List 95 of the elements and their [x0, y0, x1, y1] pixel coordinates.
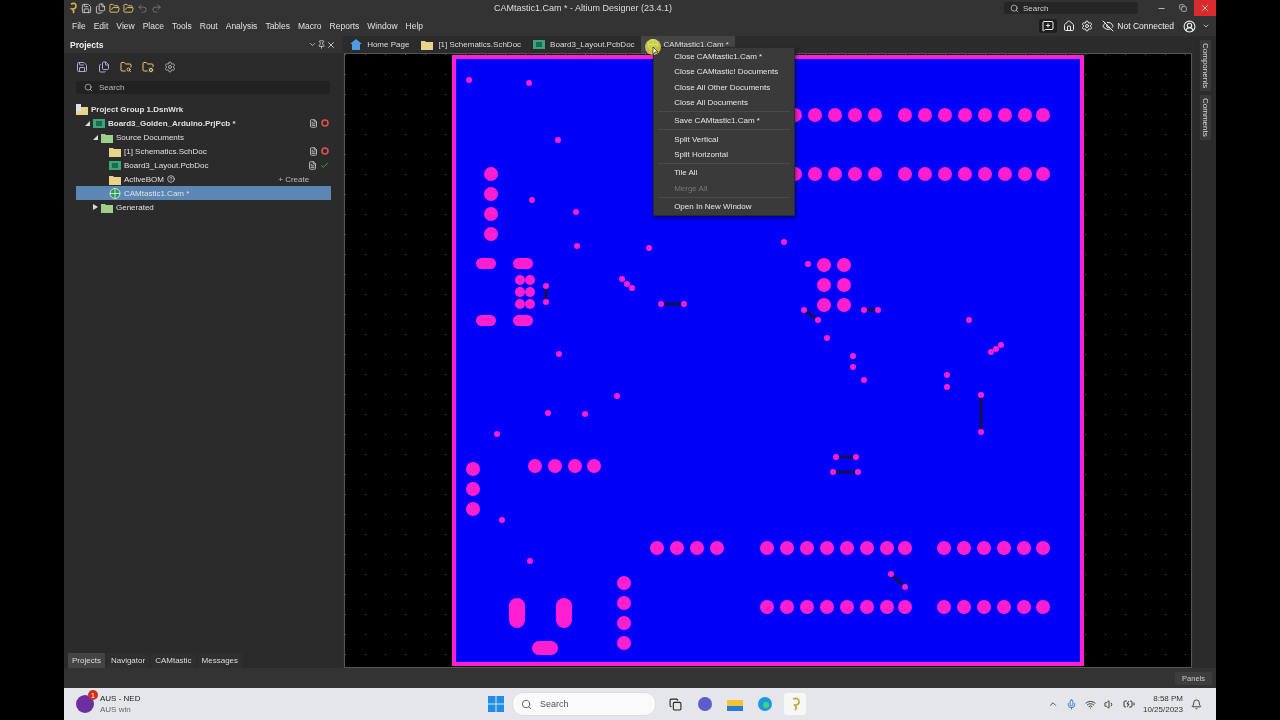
caret-icon[interactable]: [1202, 22, 1210, 30]
taskbar-search[interactable]: Search: [512, 692, 656, 716]
open-project-icon[interactable]: [123, 2, 134, 14]
menu-item[interactable]: Tools: [167, 21, 196, 31]
help-icon[interactable]: [167, 175, 175, 183]
panel-tab[interactable]: Projects: [68, 653, 105, 668]
folder-icon: [76, 103, 88, 115]
search-icon: [84, 83, 93, 92]
folder-settings-icon[interactable]: [142, 61, 154, 73]
dropdown-icon[interactable]: [308, 40, 318, 49]
crosshair-icon: [109, 187, 121, 199]
save-all-icon[interactable]: [95, 2, 106, 14]
folder-icon: [101, 131, 113, 143]
settings-icon[interactable]: [164, 61, 176, 73]
clock-time: 8:58 PM: [1153, 693, 1183, 704]
comment-plus-icon: [1042, 20, 1055, 32]
search-field[interactable]: Search: [76, 81, 331, 94]
menu-item[interactable]: Tables: [261, 21, 294, 31]
search-icon: [521, 698, 532, 710]
widget-title: AUS - NED: [100, 693, 141, 704]
tree-item[interactable]: Board3_Layout.PcbDoc: [76, 158, 332, 172]
widget-subtitle: AUS win: [100, 704, 132, 715]
menu-item[interactable]: Macro: [293, 21, 326, 31]
window-title: CAMtastic1.Cam * - Altium Designer (23.4.1): [492, 3, 674, 13]
tree-item[interactable]: Board3_Golden_Arduino.PrjPcb *: [76, 116, 332, 130]
menu-item[interactable]: Window: [363, 21, 402, 31]
connection-button[interactable]: Not Connected: [1099, 19, 1177, 33]
document-icon: [308, 160, 318, 170]
document-icon: [309, 146, 319, 156]
home-icon[interactable]: [1063, 20, 1076, 32]
save-icon[interactable]: [76, 61, 88, 73]
menu-item[interactable]: Reports: [325, 21, 364, 31]
document-icon: [309, 118, 319, 128]
panel-tab[interactable]: CAMtastic: [151, 653, 196, 668]
add-comment-button[interactable]: [1039, 19, 1058, 33]
chevron-icon[interactable]: [1047, 699, 1058, 709]
menu-item[interactable]: Save CAMtastic1.Cam *: [654, 113, 795, 129]
menu-item[interactable]: Help: [401, 21, 428, 31]
menu-item[interactable]: Place: [138, 21, 168, 31]
collapse-arrow-icon[interactable]: [92, 134, 98, 140]
open-folder-icon[interactable]: [109, 2, 120, 14]
menu-item[interactable]: Edit: [89, 21, 113, 31]
document-tab[interactable]: Home Page: [344, 36, 416, 53]
tree-item[interactable]: Source Documents: [76, 130, 332, 144]
menu-item[interactable]: Analysis: [221, 21, 262, 31]
user-icon[interactable]: [1183, 19, 1196, 33]
tree-item[interactable]: ActiveBOM + Create: [76, 172, 332, 186]
menu-item[interactable]: View: [112, 21, 139, 31]
house-icon: [350, 39, 363, 50]
start-icon[interactable]: [488, 696, 504, 712]
menu-item[interactable]: Close CAMtastic! Documents: [654, 64, 795, 80]
logo-icon[interactable]: [68, 2, 78, 14]
search-field[interactable]: Search: [1004, 2, 1138, 14]
pin-icon[interactable]: [317, 40, 327, 49]
create-link[interactable]: + Create: [278, 174, 310, 184]
side-tab[interactable]: Comments: [1199, 95, 1211, 141]
folder-icon: [421, 39, 434, 50]
notification-icon[interactable]: [1191, 698, 1202, 710]
tree-item[interactable]: [1] Schematics.SchDoc: [76, 144, 332, 158]
close-icon[interactable]: [326, 39, 337, 50]
document-tab[interactable]: Board3_Layout.PcbDoc: [527, 36, 641, 53]
collapse-arrow-icon[interactable]: [84, 120, 90, 126]
close-icon: [1200, 3, 1210, 13]
speaker-icon[interactable]: [1103, 698, 1115, 710]
menu-item[interactable]: Tile All: [654, 165, 795, 181]
document-tab[interactable]: [1] Schematics.SchDoc: [415, 36, 528, 53]
clock-date: 10/25/2023: [1142, 704, 1183, 715]
menu-item[interactable]: Split Horizontal: [654, 146, 795, 163]
wifi-icon[interactable]: [1084, 698, 1096, 710]
panel-tab[interactable]: Navigator: [106, 653, 150, 668]
save-icon[interactable]: [81, 2, 92, 14]
microphone-icon[interactable]: [1065, 698, 1077, 710]
menu-item[interactable]: Open In New Window: [654, 198, 795, 214]
menu-item[interactable]: Split Vertical: [654, 131, 795, 147]
menu-item[interactable]: Rout: [195, 21, 222, 31]
eye-off-icon: [1102, 20, 1115, 32]
folder-search-icon[interactable]: [120, 61, 132, 73]
menu-item[interactable]: File: [68, 21, 90, 31]
menu-item[interactable]: Close All Other Documents: [654, 79, 795, 95]
tree-item[interactable]: Generated: [76, 200, 332, 214]
folder-icon: [109, 145, 121, 157]
tree-item[interactable]: Project Group 1.DsnWrk: [76, 102, 332, 116]
side-tab[interactable]: Components: [1199, 40, 1211, 92]
documents-icon[interactable]: [98, 61, 110, 73]
cursor-icon: [645, 39, 662, 55]
board-icon: [93, 117, 105, 129]
expand-arrow-icon[interactable]: [92, 204, 98, 210]
board-icon: [109, 159, 121, 171]
menu-item[interactable]: Close All Documents: [654, 94, 795, 111]
panel-title: Projects: [70, 39, 105, 50]
panel-tab[interactable]: Messages: [197, 653, 243, 668]
battery-icon[interactable]: [1122, 698, 1135, 710]
search-icon: [1010, 3, 1019, 13]
board-icon: [533, 39, 546, 50]
restore-icon: [1179, 4, 1187, 12]
